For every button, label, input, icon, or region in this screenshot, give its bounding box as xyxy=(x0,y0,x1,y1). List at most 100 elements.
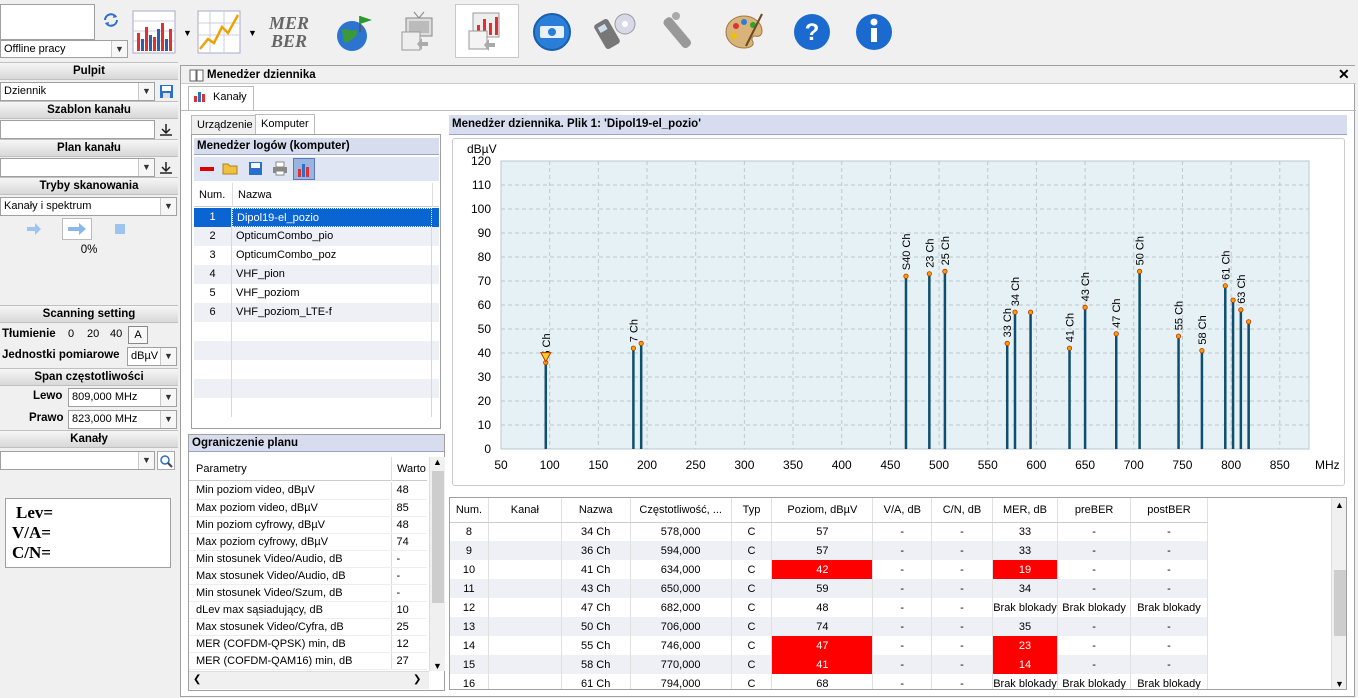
szablon-field[interactable] xyxy=(0,120,155,139)
results-col-header[interactable]: Typ xyxy=(731,498,773,523)
results-row[interactable]: 16 61 Ch 794,000 C 68- - Brak blokady Brak blok… xyxy=(450,674,1208,689)
close-icon[interactable]: ✕ xyxy=(1338,66,1350,83)
peak-marker xyxy=(1004,340,1010,346)
plan-row[interactable]: Min stosunek Video/Szum, dB - xyxy=(189,584,427,602)
plan-row[interactable]: Max poziom cyfrowy, dBµV 74 xyxy=(189,533,427,551)
results-row[interactable]: 14 55 Ch 746,000 C 47- -23- - xyxy=(450,636,1208,655)
log-row[interactable]: 4 VHF_pion xyxy=(194,265,439,284)
tryby-select[interactable]: Kanały i spektrum ▼ xyxy=(0,197,177,216)
log-manager-button[interactable] xyxy=(455,4,519,58)
prawo-select[interactable]: 823,000 MHz ▼ xyxy=(68,410,177,429)
log-row[interactable]: 3 OpticumCombo_poz xyxy=(194,246,439,265)
help-button[interactable]: ? xyxy=(786,6,838,58)
results-row[interactable]: 13 50 Ch 706,000 C 74- -35- - xyxy=(450,617,1208,636)
plan-row[interactable]: MER (COFDM-QPSK) min, dB 12 xyxy=(189,635,427,653)
delete-icon[interactable] xyxy=(200,167,214,171)
results-cell: - xyxy=(931,579,993,598)
results-row[interactable]: 12 47 Ch 682,000 C 48- - Brak blokady Brak blok… xyxy=(450,598,1208,617)
info-button[interactable] xyxy=(848,6,900,58)
save-icon[interactable] xyxy=(248,161,263,179)
plan-select[interactable]: ▼ xyxy=(0,158,155,177)
tab-komputer[interactable]: Komputer xyxy=(255,114,315,135)
results-col-header[interactable]: Poziom, dBµV xyxy=(771,498,874,523)
results-col-header[interactable]: Częstotliwość, ... xyxy=(630,498,732,523)
results-scroll-thumb[interactable] xyxy=(1334,570,1346,636)
plan-scrollbar[interactable]: ▲ ▼ xyxy=(429,457,445,671)
plan-row[interactable]: Min poziom video, dBµV 48 xyxy=(189,482,427,500)
disk-icon xyxy=(533,13,571,51)
save-pulpit-button[interactable] xyxy=(157,82,175,101)
wrench-icon xyxy=(663,12,691,49)
results-row[interactable]: 11 43 Ch 650,000 C 59- -34- - xyxy=(450,579,1208,598)
log-row[interactable] xyxy=(194,398,439,417)
step-forward-icon[interactable] xyxy=(26,222,42,239)
plan-row[interactable]: Min stosunek Video/Audio, dB - xyxy=(189,550,427,568)
plan-row[interactable]: Max poziom video, dBµV 85 xyxy=(189,499,427,517)
plan-row[interactable]: dLev max sąsiadujący, dB 10 xyxy=(189,601,427,619)
log-row[interactable] xyxy=(194,379,439,398)
log-row[interactable] xyxy=(194,341,439,360)
main-toolbar: Offline pracy ▼ ▼ ▼ MER BER ? xyxy=(0,0,1358,62)
results-scrollbar[interactable]: ▲ ▼ xyxy=(1331,498,1346,689)
results-col-header[interactable]: MER, dB xyxy=(992,498,1059,523)
chart-view-button[interactable] xyxy=(293,158,315,180)
results-col-header[interactable]: preBER xyxy=(1057,498,1132,523)
log-row[interactable]: 5 VHF_poziom xyxy=(194,284,439,303)
log-row[interactable] xyxy=(194,322,439,341)
plan-row[interactable]: Min poziom cyfrowy, dBµV 48 xyxy=(189,516,427,534)
plan-hscrollbar[interactable]: ❮ ❯ xyxy=(189,671,429,689)
disk-button[interactable] xyxy=(526,6,578,58)
tv-button[interactable] xyxy=(394,6,446,58)
plan-scroll-thumb[interactable] xyxy=(432,471,444,603)
log-row[interactable]: 6 VHF_poziom_LTE-f xyxy=(194,303,439,322)
kanaly-search-button[interactable] xyxy=(157,451,175,470)
results-col-header[interactable]: C/N, dB xyxy=(931,498,993,523)
pulpit-select[interactable]: Dziennik ▼ xyxy=(0,82,155,101)
jednostki-select[interactable]: dBµV ▼ xyxy=(127,347,177,366)
log-row[interactable] xyxy=(194,360,439,379)
mer-ber-button[interactable]: MER BER xyxy=(263,6,315,58)
plan-value: 27 xyxy=(390,652,427,670)
results-col-header[interactable]: postBER xyxy=(1130,498,1208,523)
stop-icon[interactable] xyxy=(115,224,125,234)
globe-button[interactable] xyxy=(328,6,380,58)
results-row[interactable]: 8 34 Ch 578,000 C 57- -33- - xyxy=(450,522,1208,541)
meter-button[interactable] xyxy=(589,6,641,58)
plan-row[interactable]: MER (COFDM-QAM16) min, dB 27 xyxy=(189,652,427,670)
results-col-header[interactable]: V/A, dB xyxy=(872,498,933,523)
att-40[interactable]: 40 xyxy=(110,328,122,340)
chart-dropdown-icon[interactable]: ▼ xyxy=(183,28,192,38)
log-row[interactable]: 1 Dipol19-el_pozio xyxy=(194,208,439,227)
scan-run-button[interactable] xyxy=(62,218,92,240)
att-auto-button[interactable]: A xyxy=(128,326,148,344)
print-icon[interactable] xyxy=(272,161,288,179)
y-tick-label: 10 xyxy=(478,418,492,432)
lewo-select[interactable]: 809,000 MHz ▼ xyxy=(68,388,177,407)
kanaly-select[interactable]: ▼ xyxy=(0,451,155,470)
results-row[interactable]: 9 36 Ch 594,000 C 57- -33- - xyxy=(450,541,1208,560)
log-row[interactable]: 2 OpticumCombo_pio xyxy=(194,227,439,246)
results-row[interactable]: 15 58 Ch 770,000 C 41- -14- - xyxy=(450,655,1208,674)
att-20[interactable]: 20 xyxy=(87,328,99,340)
plan-row[interactable]: Max stosunek Video/Cyfra, dB 25 xyxy=(189,618,427,636)
results-row[interactable]: 10 41 Ch 634,000 C 42- -19- - xyxy=(450,560,1208,579)
att-0[interactable]: 0 xyxy=(68,328,74,340)
plan-download-button[interactable] xyxy=(157,158,175,177)
tools-button[interactable] xyxy=(652,6,704,58)
refresh-icon[interactable] xyxy=(101,10,121,33)
plan-row[interactable]: Max stosunek Video/Audio, dB - xyxy=(189,567,427,585)
results-col-header[interactable]: Nazwa xyxy=(561,498,631,523)
results-col-header[interactable]: Kanał xyxy=(488,498,562,523)
mode-select[interactable]: Offline pracy ▼ xyxy=(0,40,128,58)
log-num: 2 xyxy=(194,227,232,246)
palette-button[interactable] xyxy=(718,6,770,58)
log-num xyxy=(194,360,232,379)
line-dropdown-icon[interactable]: ▼ xyxy=(248,28,257,38)
tab-urzadzenie[interactable]: Urządzenie xyxy=(191,115,259,135)
line-chart-button[interactable] xyxy=(193,6,245,58)
szablon-download-button[interactable] xyxy=(157,120,175,139)
open-folder-icon[interactable] xyxy=(222,161,238,179)
channel-label: 47 Ch xyxy=(1111,298,1123,327)
bar-chart-button[interactable] xyxy=(128,6,180,58)
results-col-header[interactable]: Num. xyxy=(450,498,489,523)
